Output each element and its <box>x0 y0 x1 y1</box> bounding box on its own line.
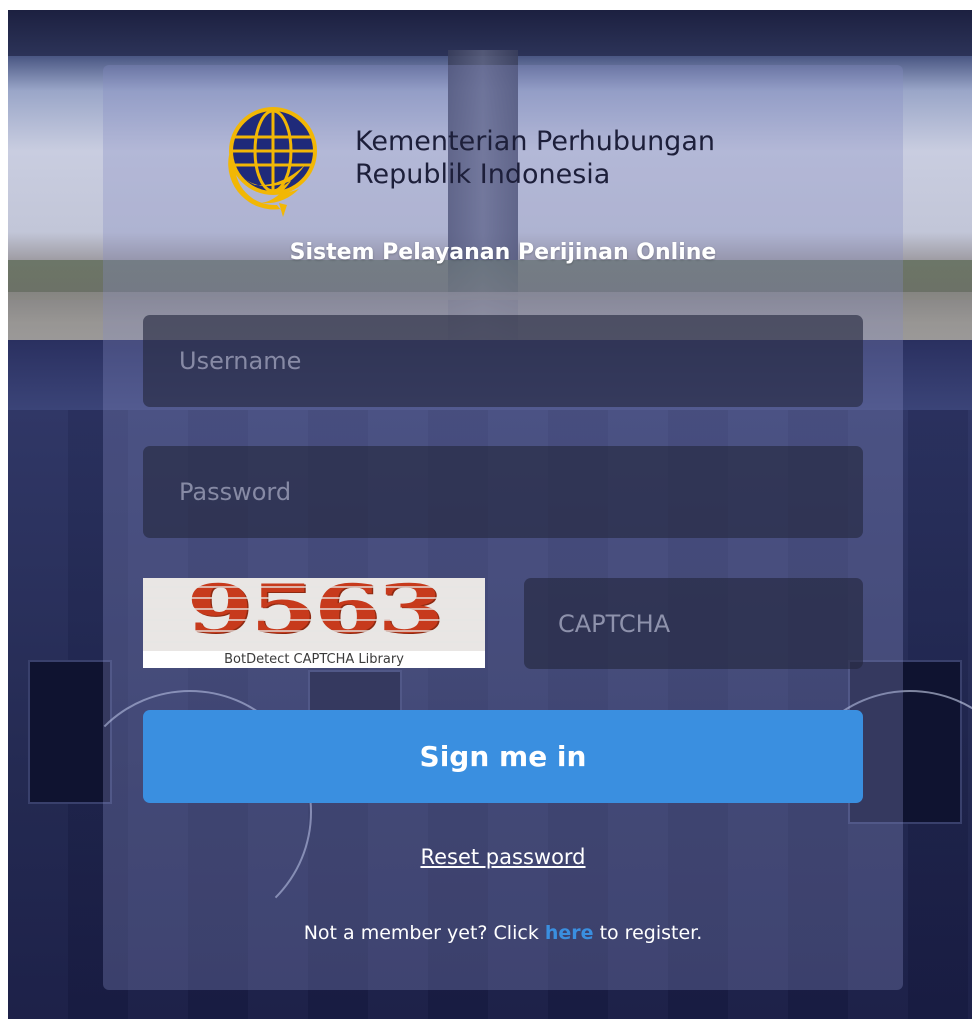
captcha-field-container <box>524 578 863 669</box>
captcha-noise <box>143 578 485 652</box>
login-card: Kementerian Perhubungan Republik Indones… <box>103 65 903 990</box>
captcha-input[interactable] <box>524 578 863 669</box>
reset-password-row: Reset password <box>103 845 903 869</box>
ministry-logo-icon <box>228 107 317 217</box>
reset-password-link[interactable]: Reset password <box>420 845 585 869</box>
brand-line-1: Kementerian Perhubungan <box>355 126 715 157</box>
page-subtitle: Sistem Pelayanan Perijinan Online <box>289 240 717 265</box>
captcha-caption: BotDetect CAPTCHA Library <box>143 651 485 668</box>
password-field-container <box>143 446 863 538</box>
username-input[interactable] <box>143 315 863 407</box>
register-suffix: to register. <box>593 922 703 944</box>
register-prefix: Not a member yet? Click <box>303 922 545 944</box>
sign-in-button[interactable]: Sign me in <box>143 710 863 803</box>
captcha-image: 9563 BotDetect CAPTCHA Library <box>143 578 485 668</box>
register-prompt: Not a member yet? Click here to register… <box>103 922 903 944</box>
brand-header: Kementerian Perhubungan Republik Indones… <box>221 105 715 217</box>
password-input[interactable] <box>143 446 863 538</box>
brand-line-2: Republik Indonesia <box>355 159 611 190</box>
username-field-container <box>143 315 863 407</box>
register-link[interactable]: here <box>545 922 594 944</box>
